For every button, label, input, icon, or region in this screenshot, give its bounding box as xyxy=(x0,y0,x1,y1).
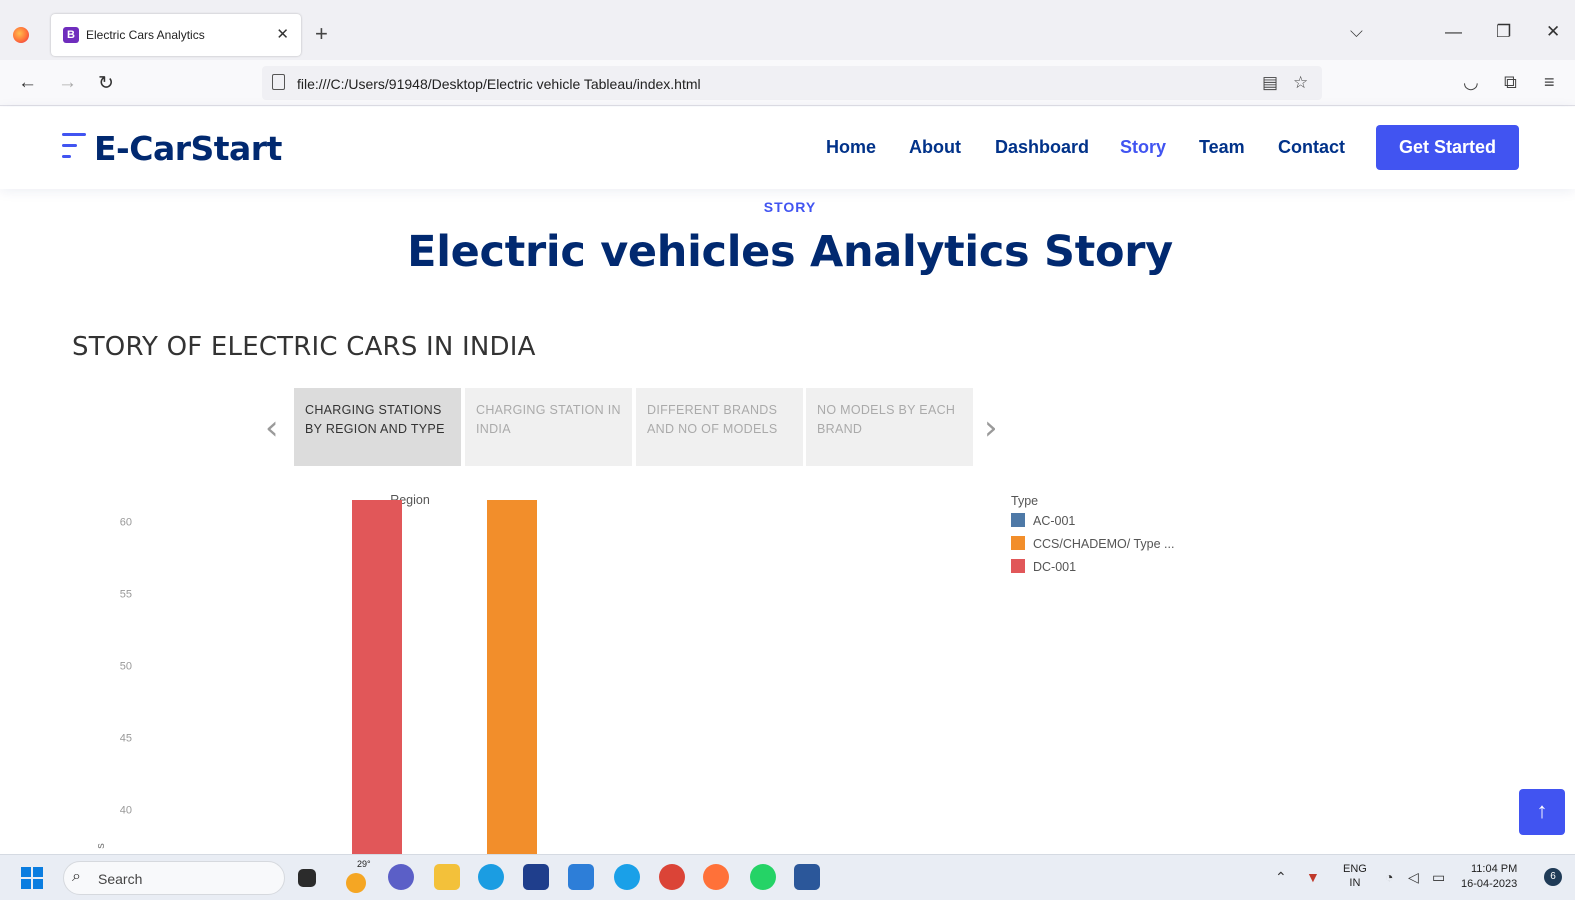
url-text[interactable]: file:///C:/Users/91948/Desktop/Electric … xyxy=(297,76,701,92)
chrome-icon[interactable] xyxy=(659,864,685,890)
legend-item-dc[interactable]: DC-001 xyxy=(1011,559,1174,582)
browser-toolbar: ← → ↻ file:///C:/Users/91948/Desktop/Ele… xyxy=(0,60,1575,106)
forward-icon[interactable]: → xyxy=(58,72,77,94)
nav-team[interactable]: Team xyxy=(1199,137,1245,158)
clock-time: 11:04 PM xyxy=(1471,863,1518,875)
weather-icon[interactable] xyxy=(346,873,366,893)
help-icon[interactable] xyxy=(614,864,640,890)
story-next-icon[interactable]: › xyxy=(984,408,998,448)
notification-badge[interactable]: 6 xyxy=(1544,868,1562,886)
windows-start-icon[interactable] xyxy=(21,867,43,889)
get-started-button[interactable]: Get Started xyxy=(1376,125,1519,170)
lang-region: IN xyxy=(1349,877,1361,889)
bar-segment-ccs-chademo-type xyxy=(487,500,537,854)
word-icon[interactable] xyxy=(794,864,820,890)
pocket-icon[interactable]: ◡ xyxy=(1463,72,1479,93)
site-header: E-CarStart Home About Dashboard Story Te… xyxy=(0,107,1575,189)
page-icon xyxy=(272,74,285,90)
store-icon[interactable] xyxy=(523,864,549,890)
firefox-taskbar-icon[interactable] xyxy=(703,864,729,890)
close-tab-icon[interactable]: ✕ xyxy=(276,25,289,43)
legend-item-ac[interactable]: AC-001 xyxy=(1011,513,1174,536)
y-tick-label: 60 xyxy=(120,517,132,529)
page-title: Electric vehicles Analytics Story xyxy=(407,227,1173,277)
search-icon: ⌕ xyxy=(72,868,81,885)
story-heading: STORY OF ELECTRIC CARS IN INDIA xyxy=(72,332,536,362)
restore-window-icon[interactable]: ❐ xyxy=(1496,22,1511,42)
chat-icon[interactable] xyxy=(388,864,414,890)
nav-story[interactable]: Story xyxy=(1120,137,1166,158)
wifi-icon[interactable]: ◔ xyxy=(1385,869,1393,885)
legend-swatch xyxy=(1011,559,1025,573)
tab-title: Electric Cars Analytics xyxy=(86,28,205,42)
battery-icon[interactable]: ▭ xyxy=(1432,869,1445,886)
y-tick-label: 50 xyxy=(120,661,132,673)
y-tick-label: 55 xyxy=(120,589,132,601)
bookmark-star-icon[interactable]: ☆ xyxy=(1293,73,1308,93)
app-menu-icon[interactable]: ≡ xyxy=(1544,72,1555,93)
weather-widget[interactable]: 29° xyxy=(357,859,371,869)
chart-legend: Type AC-001 CCS/CHADEMO/ Type ... DC-001 xyxy=(1011,494,1174,582)
lang-code: ENG xyxy=(1343,863,1367,875)
new-tab-icon[interactable]: + xyxy=(315,23,328,45)
y-tick-label: 45 xyxy=(120,733,132,745)
taskbar-clock[interactable]: 11:04 PM 16-04-2023 xyxy=(1461,862,1517,892)
mail-icon[interactable] xyxy=(568,864,594,890)
legend-label: DC-001 xyxy=(1033,560,1077,574)
nav-contact[interactable]: Contact xyxy=(1278,137,1345,158)
story-point-2[interactable]: CHARGING STATION IN INDIA xyxy=(465,388,632,466)
nav-about[interactable]: About xyxy=(909,137,961,158)
list-all-tabs-icon[interactable]: ⌵ xyxy=(1350,22,1363,42)
story-prev-icon[interactable]: ‹ xyxy=(265,408,279,448)
nav-home[interactable]: Home xyxy=(826,137,876,158)
legend-item-ccs[interactable]: CCS/CHADEMO/ Type ... xyxy=(1011,536,1174,559)
reader-view-icon[interactable]: ▤ xyxy=(1262,73,1278,93)
tray-overflow-icon[interactable]: ⌃ xyxy=(1275,869,1287,886)
taskbar-search[interactable]: ⌕ Search xyxy=(63,861,285,895)
back-icon[interactable]: ← xyxy=(18,72,37,94)
input-language[interactable]: ENG IN xyxy=(1343,862,1367,890)
extensions-icon[interactable]: ⧉ xyxy=(1504,72,1517,93)
nav-dashboard[interactable]: Dashboard xyxy=(995,137,1089,158)
reload-icon[interactable]: ↻ xyxy=(98,72,114,95)
legend-swatch xyxy=(1011,513,1025,527)
legend-label: AC-001 xyxy=(1033,514,1076,528)
story-point-4[interactable]: NO MODELS BY EACH BRAND xyxy=(806,388,973,466)
legend-label: CCS/CHADEMO/ Type ... xyxy=(1033,537,1175,551)
legend-title: Type xyxy=(1011,494,1039,508)
back-to-top-button[interactable]: ↑ xyxy=(1519,789,1565,835)
bootstrap-favicon-icon: B xyxy=(63,27,79,43)
taskbar-search-label: Search xyxy=(98,871,143,887)
legend-swatch xyxy=(1011,536,1025,550)
minimize-window-icon[interactable]: — xyxy=(1445,22,1462,42)
browser-tab[interactable]: B Electric Cars Analytics ✕ xyxy=(51,14,301,56)
bar-segment-dc-001 xyxy=(352,500,402,854)
file-explorer-icon[interactable] xyxy=(434,864,460,890)
edge-icon[interactable] xyxy=(478,864,504,890)
clock-date: 16-04-2023 xyxy=(1461,878,1518,890)
section-eyebrow: STORY xyxy=(763,199,817,215)
y-axis-label: s xyxy=(95,843,107,849)
firefox-icon[interactable] xyxy=(13,27,29,43)
stacked-bar-chart: Region4045505560s xyxy=(95,493,537,854)
logo-icon[interactable] xyxy=(62,133,86,163)
browser-tab-strip: B Electric Cars Analytics ✕ + ⌵ — ❐ ✕ xyxy=(0,0,1575,60)
tray-antivirus-icon[interactable]: ▼ xyxy=(1306,869,1320,885)
y-tick-label: 40 xyxy=(120,805,132,817)
close-window-icon[interactable]: ✕ xyxy=(1546,22,1560,42)
volume-icon[interactable]: ◁ xyxy=(1408,869,1419,886)
brand-logo[interactable]: E-CarStart xyxy=(94,129,282,168)
story-point-1[interactable]: CHARGING STATIONS BY REGION AND TYPE xyxy=(294,388,461,466)
story-point-3[interactable]: DIFFERENT BRANDS AND NO OF MODELS xyxy=(636,388,803,466)
whatsapp-icon[interactable] xyxy=(750,864,776,890)
task-view-icon[interactable] xyxy=(298,869,316,887)
address-bar[interactable]: file:///C:/Users/91948/Desktop/Electric … xyxy=(262,66,1322,100)
windows-taskbar: ⌕ Search 29° ⌃ ▼ ENG IN ◔ ◁ ▭ 11:04 PM 16-… xyxy=(0,854,1575,900)
